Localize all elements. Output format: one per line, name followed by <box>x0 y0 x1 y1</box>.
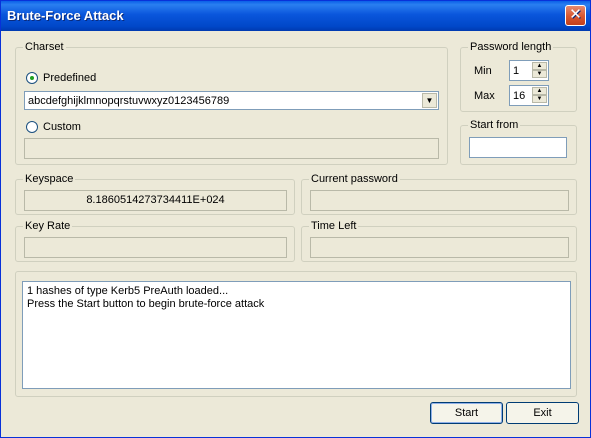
predefined-charset-select[interactable]: abcdefghijklmnopqrstuvwxyz0123456789 ▼ <box>24 91 439 110</box>
close-button[interactable]: ✕ <box>565 5 586 26</box>
min-length-value: 1 <box>513 65 520 77</box>
brute-force-window: Brute-Force Attack ✕ Charset Predefined … <box>0 0 591 438</box>
start-from-input[interactable] <box>469 137 567 158</box>
min-label: Min <box>474 65 492 77</box>
custom-label: Custom <box>43 121 81 133</box>
min-length-spinner[interactable]: 1 ▲ ▼ <box>509 60 549 81</box>
close-icon: ✕ <box>569 6 582 23</box>
current-password-legend: Current password <box>309 173 400 186</box>
keyspace-legend: Keyspace <box>23 173 76 186</box>
min-down-icon[interactable]: ▼ <box>532 70 547 78</box>
start-button[interactable]: Start <box>430 402 503 424</box>
exit-button[interactable]: Exit <box>506 402 579 424</box>
time-left-legend: Time Left <box>309 220 359 233</box>
custom-charset-field[interactable] <box>24 138 439 159</box>
time-left-field <box>310 237 569 258</box>
window-title: Brute-Force Attack <box>7 8 124 23</box>
max-length-value: 16 <box>513 90 526 102</box>
custom-radio[interactable] <box>26 121 38 133</box>
predefined-radio[interactable] <box>26 72 38 84</box>
max-length-spinner[interactable]: 16 ▲ ▼ <box>509 85 549 106</box>
min-up-icon[interactable]: ▲ <box>532 62 547 70</box>
log-output[interactable]: 1 hashes of type Kerb5 PreAuth loaded...… <box>22 281 571 389</box>
password-length-legend: Password length <box>468 41 554 54</box>
key-rate-field <box>24 237 287 258</box>
max-down-icon[interactable]: ▼ <box>532 95 547 103</box>
log-line: Press the Start button to begin brute-fo… <box>27 298 265 310</box>
title-bar: Brute-Force Attack ✕ <box>1 1 590 31</box>
charset-legend: Charset <box>23 41 66 54</box>
log-line: 1 hashes of type Kerb5 PreAuth loaded... <box>27 285 229 297</box>
keyspace-field: 8.1860514273734411E+024 <box>24 190 287 211</box>
predefined-label: Predefined <box>43 72 97 84</box>
max-label: Max <box>474 90 495 102</box>
chevron-down-icon[interactable]: ▼ <box>422 93 437 108</box>
current-password-field <box>310 190 569 211</box>
start-from-legend: Start from <box>468 119 521 132</box>
max-up-icon[interactable]: ▲ <box>532 87 547 95</box>
predefined-charset-value: abcdefghijklmnopqrstuvwxyz0123456789 <box>28 95 230 107</box>
keyspace-value: 8.1860514273734411E+024 <box>86 194 225 206</box>
key-rate-legend: Key Rate <box>23 220 73 233</box>
